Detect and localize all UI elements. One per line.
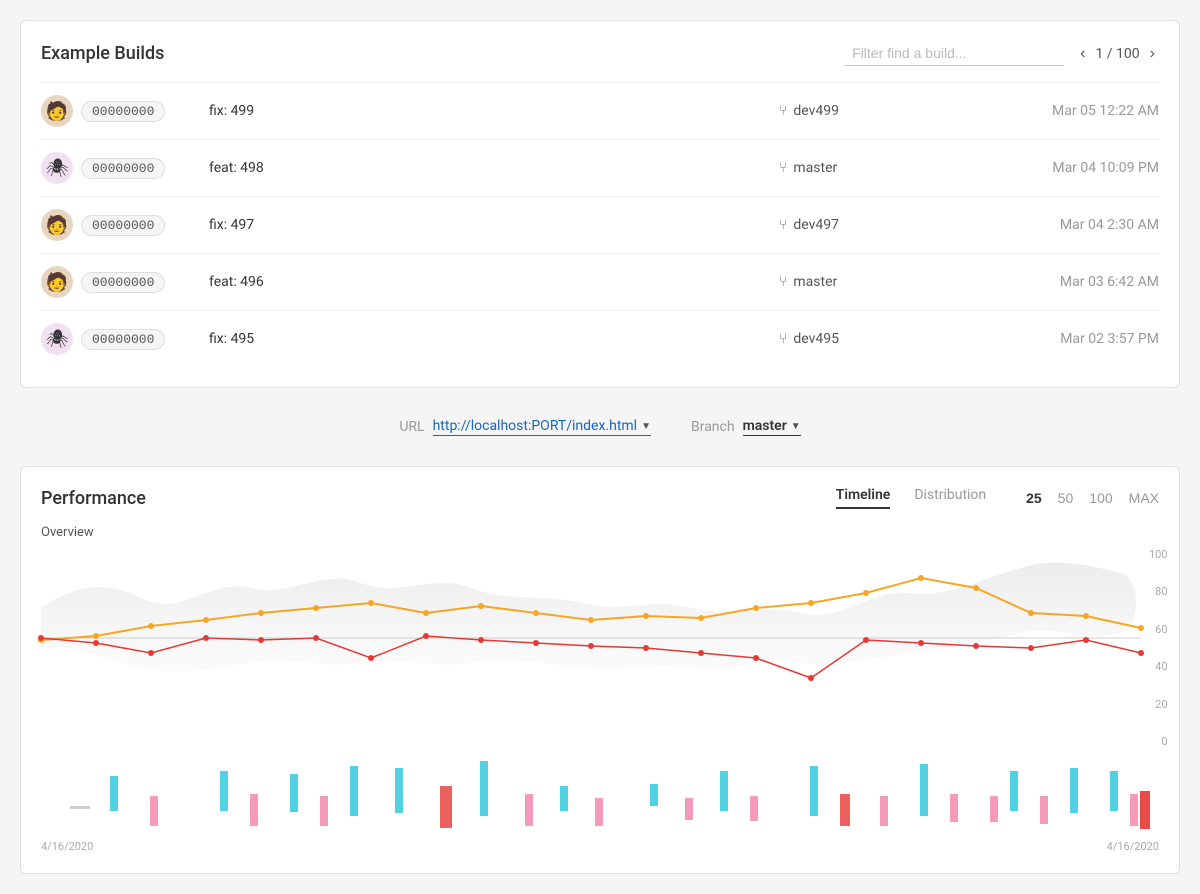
build-date: Mar 04 10:09 PM [979, 160, 1159, 176]
build-name: feat: 498 [201, 160, 779, 176]
build-id-badge: 00000000 [81, 158, 165, 179]
build-avatar: 🧑 [41, 209, 73, 241]
build-branch-cell: ⑂ master [779, 274, 979, 290]
build-branch: master [793, 274, 837, 290]
branch-icon: ⑂ [779, 331, 787, 347]
avatar-emoji: 🕷 [41, 152, 73, 184]
avatar-emoji: 🧑 [41, 209, 73, 241]
build-date: Mar 03 6:42 AM [979, 274, 1159, 290]
build-id-badge: 00000000 [81, 329, 165, 350]
builds-header: Example Builds ‹ 1 / 100 › [41, 41, 1159, 66]
build-id-cell: 🧑 00000000 [41, 209, 201, 241]
y-label-0: 0 [1149, 735, 1168, 748]
build-avatar: 🧑 [41, 95, 73, 127]
build-row[interactable]: 🧑 00000000 feat: 496 ⑂ master Mar 03 6:4… [41, 253, 1159, 310]
build-row[interactable]: 🕷 00000000 fix: 495 ⑂ dev495 Mar 02 3:57… [41, 310, 1159, 367]
build-branch: master [793, 160, 837, 176]
build-avatar: 🕷 [41, 323, 73, 355]
tab-distribution[interactable]: Distribution [914, 487, 986, 509]
build-branch-cell: ⑂ master [779, 160, 979, 176]
range-max-button[interactable]: MAX [1129, 490, 1159, 506]
next-page-button[interactable]: › [1146, 43, 1159, 65]
build-date: Mar 04 2:30 AM [979, 217, 1159, 233]
bar-chart-svg [41, 756, 1159, 836]
url-control-group: URL http://localhost:PORT/index.html ▼ [399, 418, 651, 436]
build-name: fix: 495 [201, 331, 779, 347]
build-branch: dev497 [793, 217, 839, 233]
build-id-cell: 🧑 00000000 [41, 266, 201, 298]
avatar-emoji: 🧑 [41, 95, 73, 127]
avatar-emoji: 🕷 [41, 323, 73, 355]
y-axis-labels: 100 80 60 40 20 0 [1141, 548, 1176, 748]
date-end-label: 4/16/2020 [1107, 840, 1159, 853]
chart-overview-label: Overview [41, 525, 1159, 540]
branch-icon: ⑂ [779, 274, 787, 290]
build-name: feat: 496 [201, 274, 779, 290]
url-value: http://localhost:PORT/index.html [433, 418, 638, 434]
y-label-60: 60 [1149, 623, 1168, 636]
avatar-emoji: 🧑 [41, 266, 73, 298]
performance-card: Performance Timeline Distribution 25 50 … [20, 466, 1180, 874]
builds-card: Example Builds ‹ 1 / 100 › 🧑 00000000 fi… [20, 20, 1180, 388]
branch-icon: ⑂ [779, 217, 787, 233]
line-chart-svg [41, 548, 1141, 748]
date-labels: 4/16/2020 4/16/2020 [41, 840, 1159, 853]
build-branch-cell: ⑂ dev495 [779, 331, 979, 347]
build-branch-cell: ⑂ dev497 [779, 217, 979, 233]
perf-tabs: Timeline Distribution [836, 487, 986, 509]
perf-range-buttons: 25 50 100 MAX [1026, 490, 1159, 506]
chart-section: Overview [41, 525, 1159, 853]
build-row[interactable]: 🕷 00000000 feat: 498 ⑂ master Mar 04 10:… [41, 139, 1159, 196]
range-50-button[interactable]: 50 [1058, 490, 1074, 506]
y-label-80: 80 [1149, 585, 1168, 598]
date-start-label: 4/16/2020 [41, 840, 93, 853]
builds-title: Example Builds [41, 43, 164, 64]
builds-list: 🧑 00000000 fix: 499 ⑂ dev499 Mar 05 12:2… [41, 82, 1159, 367]
prev-page-button[interactable]: ‹ [1076, 43, 1089, 65]
branch-control-group: Branch master ▼ [691, 418, 801, 436]
pagination-display: 1 / 100 [1095, 46, 1139, 62]
build-row[interactable]: 🧑 00000000 fix: 497 ⑂ dev497 Mar 04 2:30… [41, 196, 1159, 253]
build-date: Mar 05 12:22 AM [979, 103, 1159, 119]
branch-icon: ⑂ [779, 160, 787, 176]
branch-dropdown[interactable]: master ▼ [743, 418, 801, 436]
url-dropdown-arrow: ▼ [641, 421, 651, 432]
build-name: fix: 497 [201, 217, 779, 233]
build-id-cell: 🕷 00000000 [41, 152, 201, 184]
y-label-40: 40 [1149, 660, 1168, 673]
controls-bar: URL http://localhost:PORT/index.html ▼ B… [20, 408, 1180, 446]
main-chart-wrapper: 100 80 60 40 20 0 [41, 548, 1159, 748]
build-id-cell: 🧑 00000000 [41, 95, 201, 127]
pagination: ‹ 1 / 100 › [1076, 43, 1159, 65]
range-100-button[interactable]: 100 [1089, 490, 1112, 506]
build-branch-cell: ⑂ dev499 [779, 103, 979, 119]
branch-value: master [743, 418, 787, 434]
build-avatar: 🧑 [41, 266, 73, 298]
range-25-button[interactable]: 25 [1026, 490, 1042, 506]
branch-label: Branch [691, 419, 735, 435]
performance-title: Performance [41, 488, 146, 509]
build-branch: dev495 [793, 331, 839, 347]
url-dropdown[interactable]: http://localhost:PORT/index.html ▼ [433, 418, 651, 436]
build-row[interactable]: 🧑 00000000 fix: 499 ⑂ dev499 Mar 05 12:2… [41, 82, 1159, 139]
tab-timeline[interactable]: Timeline [836, 487, 891, 509]
branch-dropdown-arrow: ▼ [791, 421, 801, 432]
y-label-100: 100 [1149, 548, 1168, 561]
builds-header-right: ‹ 1 / 100 › [844, 41, 1159, 66]
build-id-badge: 00000000 [81, 215, 165, 236]
build-date: Mar 02 3:57 PM [979, 331, 1159, 347]
y-label-20: 20 [1149, 698, 1168, 711]
perf-header: Performance Timeline Distribution 25 50 … [41, 487, 1159, 509]
build-id-badge: 00000000 [81, 272, 165, 293]
build-avatar: 🕷 [41, 152, 73, 184]
url-label: URL [399, 419, 424, 435]
build-name: fix: 499 [201, 103, 779, 119]
branch-icon: ⑂ [779, 103, 787, 119]
build-branch: dev499 [793, 103, 839, 119]
filter-input[interactable] [844, 41, 1064, 66]
build-id-badge: 00000000 [81, 101, 165, 122]
bar-chart-area [41, 756, 1159, 836]
build-id-cell: 🕷 00000000 [41, 323, 201, 355]
